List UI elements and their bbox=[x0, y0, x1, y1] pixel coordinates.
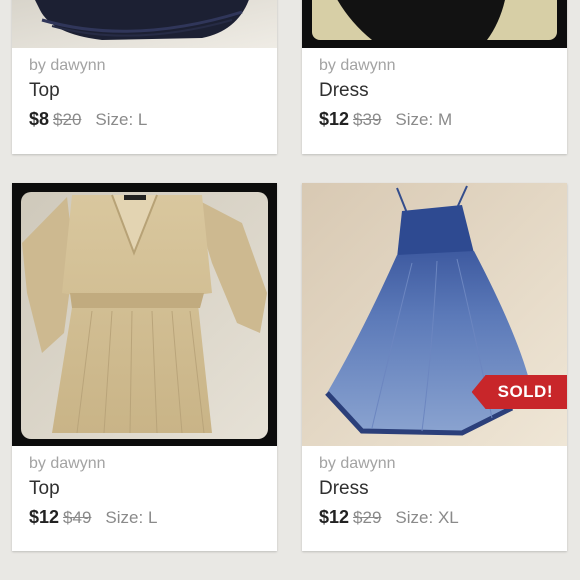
listing-title: Top bbox=[29, 478, 60, 499]
listing-price: $12 bbox=[319, 507, 350, 527]
listing-size: Size: M bbox=[395, 110, 453, 129]
original-price: $20 bbox=[53, 110, 82, 129]
seller-name[interactable]: by dawynn bbox=[319, 455, 396, 473]
listing-title: Dress bbox=[319, 80, 369, 101]
listing-price: $12 bbox=[29, 507, 60, 527]
original-price: $39 bbox=[353, 110, 382, 129]
listing-photo[interactable] bbox=[12, 183, 277, 446]
listing-price: $12 bbox=[319, 109, 350, 129]
price-row: $12 $49 Size: L bbox=[29, 507, 157, 528]
original-price: $29 bbox=[353, 508, 382, 527]
listing-photo[interactable] bbox=[302, 0, 567, 48]
listing-photo[interactable]: SOLD! bbox=[302, 183, 567, 446]
price-row: $12 $39 Size: M bbox=[319, 109, 452, 130]
listing-title: Top bbox=[29, 80, 60, 101]
original-price: $49 bbox=[63, 508, 92, 527]
price-row: $8 $20 Size: L bbox=[29, 109, 147, 130]
sold-badge: SOLD! bbox=[471, 375, 567, 409]
listing-card[interactable]: SOLD! by dawynn Dress $12 $29 Size: XL bbox=[302, 183, 567, 551]
listing-price: $8 bbox=[29, 109, 50, 129]
listing-size: Size: XL bbox=[395, 508, 459, 527]
listing-photo[interactable] bbox=[12, 0, 277, 48]
price-row: $12 $29 Size: XL bbox=[319, 507, 459, 528]
seller-name[interactable]: by dawynn bbox=[319, 57, 396, 75]
listing-size: Size: L bbox=[105, 508, 158, 527]
listing-card[interactable]: by dawynn Top $8 $20 Size: L bbox=[12, 0, 277, 154]
listing-card[interactable]: by dawynn Dress $12 $39 Size: M bbox=[302, 0, 567, 154]
listing-title: Dress bbox=[319, 478, 369, 499]
listing-size: Size: L bbox=[95, 110, 148, 129]
listing-card[interactable]: by dawynn Top $12 $49 Size: L bbox=[12, 183, 277, 551]
seller-name[interactable]: by dawynn bbox=[29, 455, 106, 473]
seller-name[interactable]: by dawynn bbox=[29, 57, 106, 75]
